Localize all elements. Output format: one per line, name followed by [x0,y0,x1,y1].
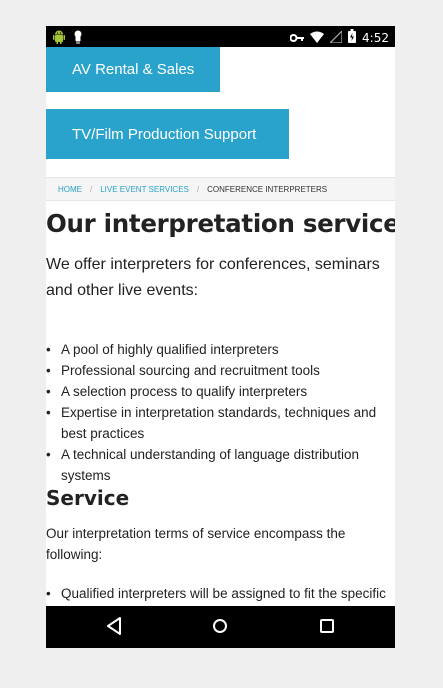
key-icon [289,28,305,47]
list-item: Qualified interpreters will be assigned … [46,583,395,604]
android-nav-bar [46,606,395,648]
nav-tv-film-label: TV/Film Production Support [72,125,257,143]
android-icon [53,29,65,48]
features-list: A pool of highly qualified interpreters … [46,339,395,486]
terms-list: Qualified interpreters will be assigned … [46,583,395,604]
intro-text: We offer interpreters for conferences, s… [46,256,380,299]
list-item: A pool of highly qualified interpreters [46,339,395,360]
breadcrumb: HOME / LIVE EVENT SERVICES / CONFERENCE … [46,177,395,201]
list-item: Professional sourcing and recruitment to… [46,360,395,381]
page-title: Our interpretation services [46,209,395,238]
breadcrumb-live-events-link[interactable]: LIVE EVENT SERVICES [100,185,189,194]
web-content[interactable]: AV Rental & Sales TV/Film Production Sup… [46,47,395,606]
signal-icon [328,28,343,47]
clock-time: 4:52 [362,30,389,45]
home-icon[interactable] [212,617,228,639]
phone-screen: 4:52 AV Rental & Sales TV/Film Productio… [46,26,395,648]
breadcrumb-separator: / [90,184,93,194]
status-bar: 4:52 [46,26,395,47]
nav-tv-film-button[interactable]: TV/Film Production Support [46,109,289,159]
breadcrumb-current: CONFERENCE INTERPRETERS [207,184,328,194]
nav-av-rental-label: AV Rental & Sales [72,61,195,78]
list-item: Expertise in interpretation standards, t… [46,402,395,444]
back-icon[interactable] [106,617,122,639]
service-intro-text: Our interpretation terms of service enco… [46,526,346,562]
wifi-icon [310,28,325,47]
recents-icon[interactable] [319,617,335,639]
nav-av-rental-button[interactable]: AV Rental & Sales [46,47,220,92]
breadcrumb-home-link[interactable]: HOME [58,185,82,194]
battery-icon [348,28,357,47]
notification-icon [73,29,83,48]
breadcrumb-separator: / [196,184,200,194]
list-item: A selection process to qualify interpret… [46,381,395,402]
list-item: A technical understanding of language di… [46,444,395,486]
service-heading: Service [46,486,130,510]
